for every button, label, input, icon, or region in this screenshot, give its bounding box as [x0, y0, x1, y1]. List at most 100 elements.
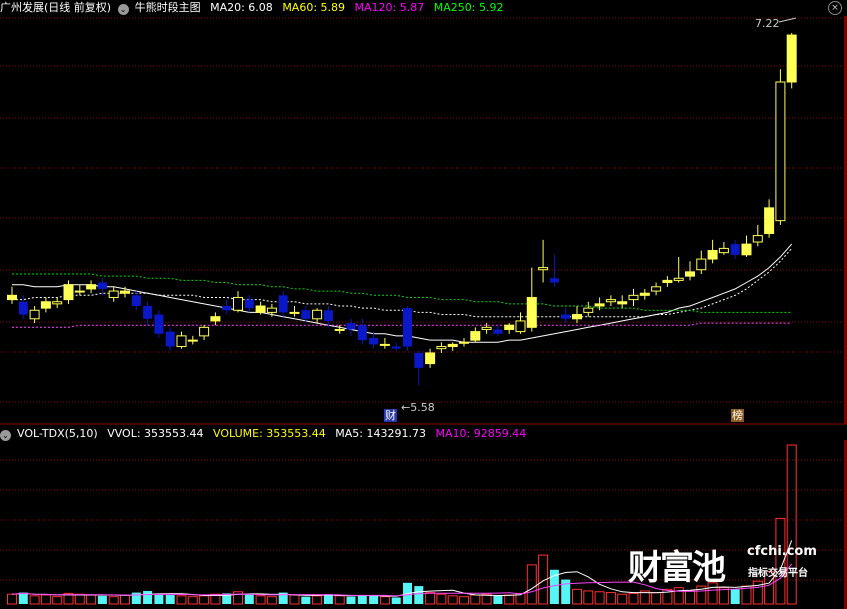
dropdown-chevron-icon[interactable]: ⌄ — [117, 4, 129, 15]
volume-bar-up — [583, 590, 594, 605]
candle-body-down — [493, 329, 503, 334]
candle-body-up — [583, 307, 594, 313]
candle-body-up — [470, 331, 481, 341]
watermark: 财富池 cfchi.com 指标交易平台 — [628, 540, 818, 588]
volume-bar-up — [425, 592, 436, 605]
volume-bar-up — [526, 564, 537, 605]
ma250-value: MA250: 5.92 — [433, 1, 504, 14]
candle — [526, 267, 537, 332]
candle-body-up — [741, 243, 752, 256]
volume-bar-up — [108, 596, 119, 605]
volume-bar-up — [255, 595, 266, 605]
candle-body-up — [233, 296, 243, 311]
candle — [391, 342, 401, 351]
candle — [561, 308, 571, 324]
volume-bar-up — [447, 595, 458, 605]
watermark-slogan: 指标交易平台 — [748, 568, 808, 579]
volume-bar-up — [504, 594, 515, 605]
candle — [628, 288, 639, 306]
vvol-value: VVOL: 353553.44 — [107, 427, 204, 440]
vol-ma5-value: MA5: 143291.73 — [335, 427, 426, 440]
volume-bar-up — [470, 594, 481, 605]
volume-bar-down — [165, 595, 175, 604]
candle-body-up — [40, 301, 51, 309]
candle-body-up — [52, 301, 63, 305]
volume-bar-up — [187, 596, 198, 605]
candle — [199, 325, 210, 341]
volume-bar-down — [18, 592, 28, 604]
ma-line-ma60 — [12, 248, 793, 318]
candle-body-down — [346, 323, 356, 330]
candle-body-up — [651, 286, 662, 292]
volume-indicator-name[interactable]: VOL-TDX(5,10) — [17, 427, 98, 440]
volume-bar-up — [651, 592, 662, 605]
candle-body-up — [199, 326, 210, 337]
candle-body-up — [662, 279, 673, 284]
candlesticks — [7, 32, 797, 385]
candle-body-down — [165, 331, 175, 347]
candle-body-up — [685, 271, 695, 277]
candle-body-up — [334, 328, 345, 331]
stock-chart: 7.22 ←5.58 — [0, 17, 847, 605]
candle — [131, 291, 141, 311]
volume-bar-down — [493, 595, 503, 604]
volume-bar-up — [628, 592, 639, 605]
candle-body-down — [414, 352, 424, 368]
candle — [187, 335, 198, 345]
volume-bar-up — [86, 594, 97, 605]
candle — [176, 331, 187, 349]
candle — [255, 301, 266, 315]
candle — [244, 295, 254, 313]
indicator-name[interactable]: 牛熊时段主图 — [135, 1, 201, 14]
volume-panel-header: ⌄ VOL-TDX(5,10) VVOL: 353553.44 VOLUME: 3… — [0, 426, 532, 442]
candle-body-up — [605, 299, 616, 303]
candle — [154, 310, 164, 338]
high-price-label: 7.22 — [755, 17, 780, 30]
candle — [278, 291, 288, 317]
candle-body-up — [63, 284, 74, 301]
event-tag-ranking[interactable]: 榜 — [731, 409, 744, 422]
candle-body-down — [391, 346, 401, 349]
dropdown-chevron-icon[interactable]: ⌄ — [0, 430, 11, 441]
candle — [639, 288, 650, 300]
volume-bar-up — [120, 594, 130, 605]
candle — [662, 276, 673, 287]
volume-bar-down — [391, 597, 401, 604]
candle-body-down — [301, 310, 311, 319]
candle-body-up — [538, 267, 549, 271]
volume-bar-up — [29, 595, 40, 605]
candle — [481, 323, 492, 334]
volume-bar-down — [357, 595, 367, 604]
candle-body-down — [97, 282, 107, 289]
volume-bar-down — [244, 594, 254, 604]
candle — [617, 295, 628, 309]
candle — [74, 284, 85, 296]
candle-body-up — [775, 81, 786, 222]
price-panel-header: 广州发展(日线 前复权) ⌄ 牛熊时段主图 MA20: 6.08 MA60: 5.… — [0, 0, 509, 16]
volume-bar-down — [154, 594, 164, 604]
volume-bar-up — [459, 596, 469, 605]
candle-body-up — [718, 247, 729, 254]
candle — [86, 280, 97, 294]
candle-body-up — [617, 301, 628, 305]
ma60-value: MA60: 5.89 — [282, 1, 346, 14]
candle — [718, 242, 729, 255]
candle-body-up — [594, 303, 605, 307]
candle-body-up — [7, 294, 17, 301]
volume-bar-up — [334, 595, 345, 605]
candle — [752, 224, 763, 247]
volume-bar-up — [199, 595, 210, 605]
candle — [786, 32, 797, 89]
candle — [357, 318, 367, 345]
close-icon[interactable]: × — [828, 1, 842, 15]
candle-body-down — [549, 278, 559, 283]
candle-body-up — [425, 352, 436, 365]
candle — [730, 239, 740, 260]
volume-value: VOLUME: 353553.44 — [213, 427, 326, 440]
event-tag-finance[interactable]: 财 — [384, 409, 397, 422]
candle-body-up — [696, 258, 707, 271]
stock-name[interactable]: 广州发展(日线 前复权) — [0, 1, 111, 14]
volume-bar-up — [289, 594, 300, 605]
volume-bar-down — [730, 589, 740, 604]
candle-body-up — [436, 346, 447, 350]
